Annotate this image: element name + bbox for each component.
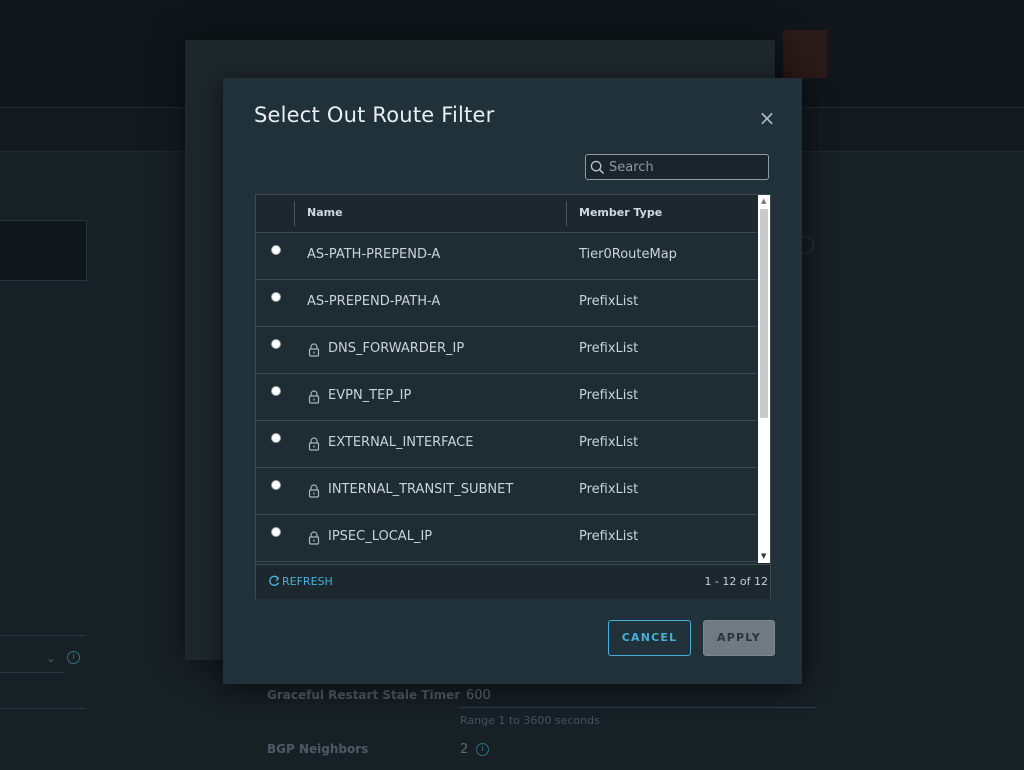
cell-name: EVPN_TEP_IP — [328, 388, 412, 403]
table-row[interactable]: EXTERNAL_INTERFACE PrefixList — [256, 421, 757, 468]
lock-icon — [308, 390, 320, 404]
modal-title: Select Out Route Filter — [254, 103, 495, 127]
table-row[interactable]: AS-PATH-PREPEND-A Tier0RouteMap — [256, 233, 757, 280]
refresh-label: REFRESH — [282, 575, 333, 588]
bgp-neighbors-value: 2 — [460, 742, 469, 757]
chevron-down-icon: ⌄ — [46, 651, 57, 665]
refresh-icon — [269, 575, 280, 586]
info-icon: i — [67, 651, 80, 664]
bgp-neighbors-label: BGP Neighbors — [267, 742, 369, 756]
background-divider — [0, 708, 86, 709]
cell-member-type: PrefixList — [579, 341, 639, 356]
scroll-up-icon[interactable]: ▲ — [761, 197, 766, 205]
header-accent-block — [783, 30, 827, 78]
route-filter-grid: Name Member Type AS-PATH-PREPEND-A Tier0R… — [255, 194, 771, 599]
column-separator[interactable] — [294, 201, 295, 226]
column-header-name[interactable]: Name — [307, 206, 343, 219]
grid-footer: REFRESH 1 - 12 of 12 — [256, 564, 770, 599]
row-radio[interactable] — [271, 339, 281, 349]
cell-member-type: Tier0RouteMap — [579, 247, 677, 262]
cell-member-type: PrefixList — [579, 435, 639, 450]
cell-member-type: PrefixList — [579, 482, 639, 497]
apply-button[interactable]: APPLY — [703, 620, 775, 656]
scroll-down-icon[interactable]: ▼ — [761, 552, 766, 560]
cell-name: AS-PATH-PREPEND-A — [307, 247, 441, 262]
lock-icon — [308, 484, 320, 498]
table-row[interactable]: DNS_FORWARDER_IP PrefixList — [256, 327, 757, 374]
lock-icon — [308, 343, 320, 357]
row-radio[interactable] — [271, 480, 281, 490]
info-icon: i — [476, 743, 489, 756]
search-box[interactable] — [585, 154, 769, 180]
cell-member-type: PrefixList — [579, 294, 639, 309]
row-radio[interactable] — [271, 292, 281, 302]
graceful-restart-value: 600 — [466, 688, 491, 703]
table-row[interactable]: AS-PREPEND-PATH-A PrefixList — [256, 280, 757, 327]
background-divider — [0, 635, 86, 636]
graceful-restart-note: Range 1 to 3600 seconds — [460, 714, 600, 727]
cell-name: EXTERNAL_INTERFACE — [328, 435, 474, 450]
graceful-restart-label: Graceful Restart Stale Timer — [267, 688, 461, 702]
cell-name: AS-PREPEND-PATH-A — [307, 294, 441, 309]
grid-scrollbar[interactable]: ▲ ▼ — [758, 195, 770, 563]
table-row[interactable]: IPSEC_LOCAL_IP PrefixList — [256, 515, 757, 562]
cancel-button[interactable]: CANCEL — [608, 620, 691, 656]
cell-member-type: PrefixList — [579, 388, 639, 403]
lock-icon — [308, 531, 320, 545]
cell-name: DNS_FORWARDER_IP — [328, 341, 465, 356]
close-icon[interactable]: × — [757, 108, 777, 128]
pagination-info: 1 - 12 of 12 — [704, 575, 768, 588]
grid-header: Name Member Type — [256, 195, 757, 233]
table-row[interactable]: EVPN_TEP_IP PrefixList — [256, 374, 757, 421]
row-radio[interactable] — [271, 245, 281, 255]
search-input[interactable] — [609, 157, 764, 177]
row-radio[interactable] — [271, 433, 281, 443]
column-header-member-type[interactable]: Member Type — [579, 206, 662, 219]
table-row[interactable]: INTERNAL_TRANSIT_SUBNET PrefixList — [256, 468, 757, 515]
search-icon — [590, 160, 605, 175]
background-select-underline — [0, 672, 64, 673]
row-radio[interactable] — [271, 527, 281, 537]
grid-rows: AS-PATH-PREPEND-A Tier0RouteMap AS-PREPEND… — [256, 233, 757, 563]
background-input-box — [0, 220, 87, 281]
refresh-button[interactable]: REFRESH — [268, 575, 333, 588]
cell-name: IPSEC_LOCAL_IP — [328, 529, 433, 544]
lock-icon — [308, 437, 320, 451]
scroll-thumb[interactable] — [760, 209, 768, 418]
cell-name: INTERNAL_TRANSIT_SUBNET — [328, 482, 514, 497]
column-separator[interactable] — [566, 201, 567, 226]
graceful-restart-underline — [460, 707, 817, 708]
cell-member-type: PrefixList — [579, 529, 639, 544]
row-radio[interactable] — [271, 386, 281, 396]
select-route-filter-modal: Select Out Route Filter × Name Member Ty… — [223, 78, 802, 684]
